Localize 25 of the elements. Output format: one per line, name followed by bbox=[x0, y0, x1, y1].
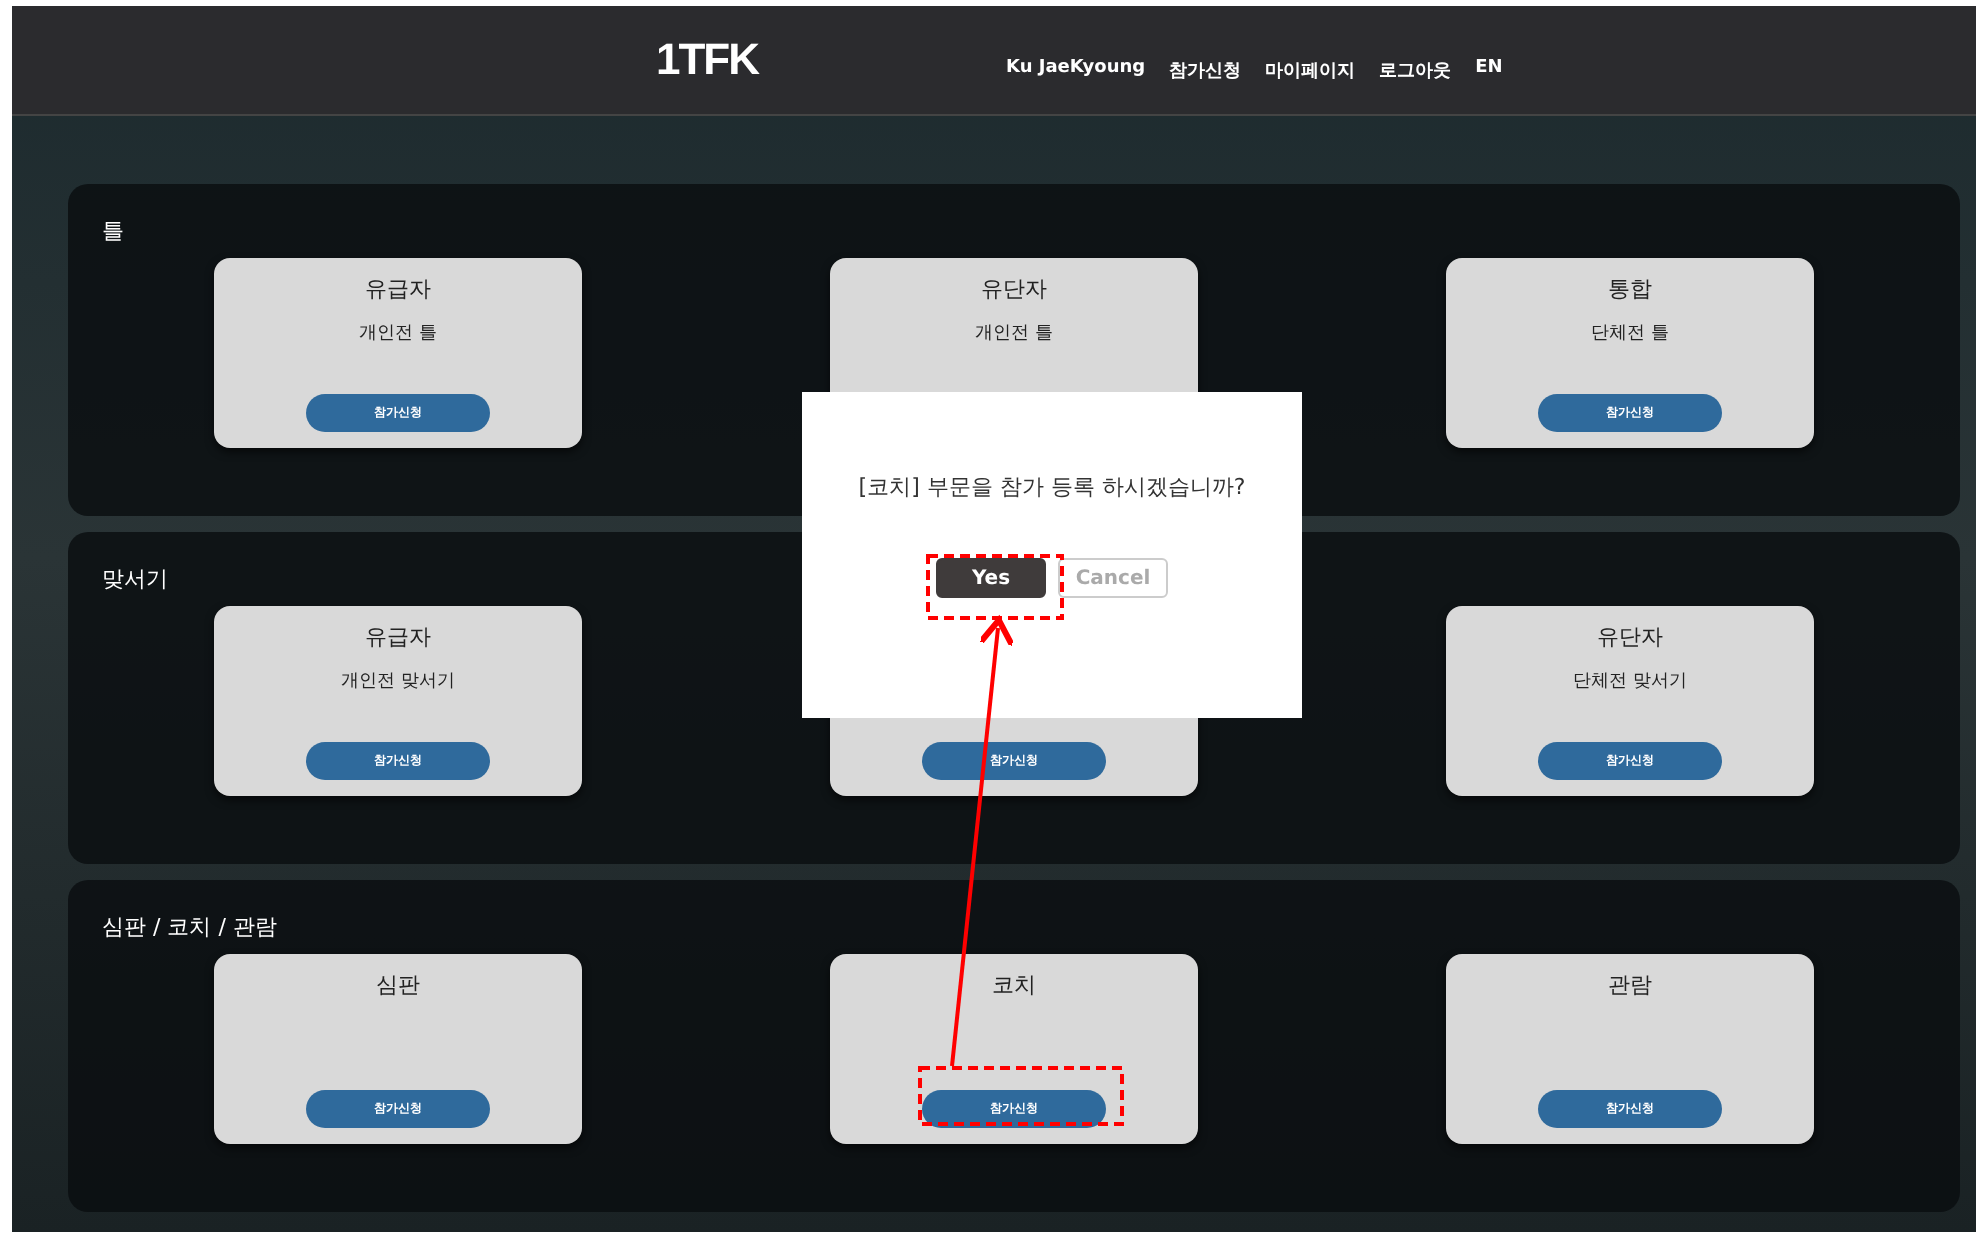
card-subtitle: 개인전 틀 bbox=[359, 322, 437, 346]
card-title: 유단자 bbox=[981, 274, 1047, 304]
logo[interactable]: 1TFK bbox=[656, 34, 758, 86]
nav-link[interactable]: 로그아웃 bbox=[1379, 57, 1452, 83]
section-title: 맞서기 bbox=[102, 564, 168, 594]
card-title: 유단자 bbox=[1597, 622, 1663, 652]
section-title: 심판 / 코치 / 관람 bbox=[102, 912, 277, 942]
card-title: 관람 bbox=[1608, 970, 1652, 1000]
card-subtitle: 개인전 맞서기 bbox=[341, 670, 455, 694]
dialog-message: [코치] 부문을 참가 등록 하시겠습니까? bbox=[858, 472, 1246, 502]
card-title: 심판 bbox=[376, 970, 420, 1000]
highlight-frame bbox=[926, 554, 1064, 620]
nav-link[interactable]: 참가신청 bbox=[1169, 57, 1242, 83]
card-title: 통합 bbox=[1608, 274, 1652, 304]
card-title: 유급자 bbox=[365, 274, 431, 304]
card-subtitle: 단체전 맞서기 bbox=[1573, 670, 1687, 694]
card-title: 유급자 bbox=[365, 622, 431, 652]
nav-link[interactable]: EN bbox=[1475, 57, 1503, 83]
nav-link[interactable]: 마이페이지 bbox=[1265, 57, 1356, 83]
card-subtitle: 개인전 틀 bbox=[975, 322, 1053, 346]
yes-button[interactable]: Yes bbox=[936, 558, 1046, 598]
card-title: 코치 bbox=[992, 970, 1036, 1000]
nav-link[interactable]: Ku JaeKyoung bbox=[1006, 57, 1146, 83]
section-title: 틀 bbox=[102, 216, 124, 246]
card-subtitle: 단체전 틀 bbox=[1591, 322, 1669, 346]
